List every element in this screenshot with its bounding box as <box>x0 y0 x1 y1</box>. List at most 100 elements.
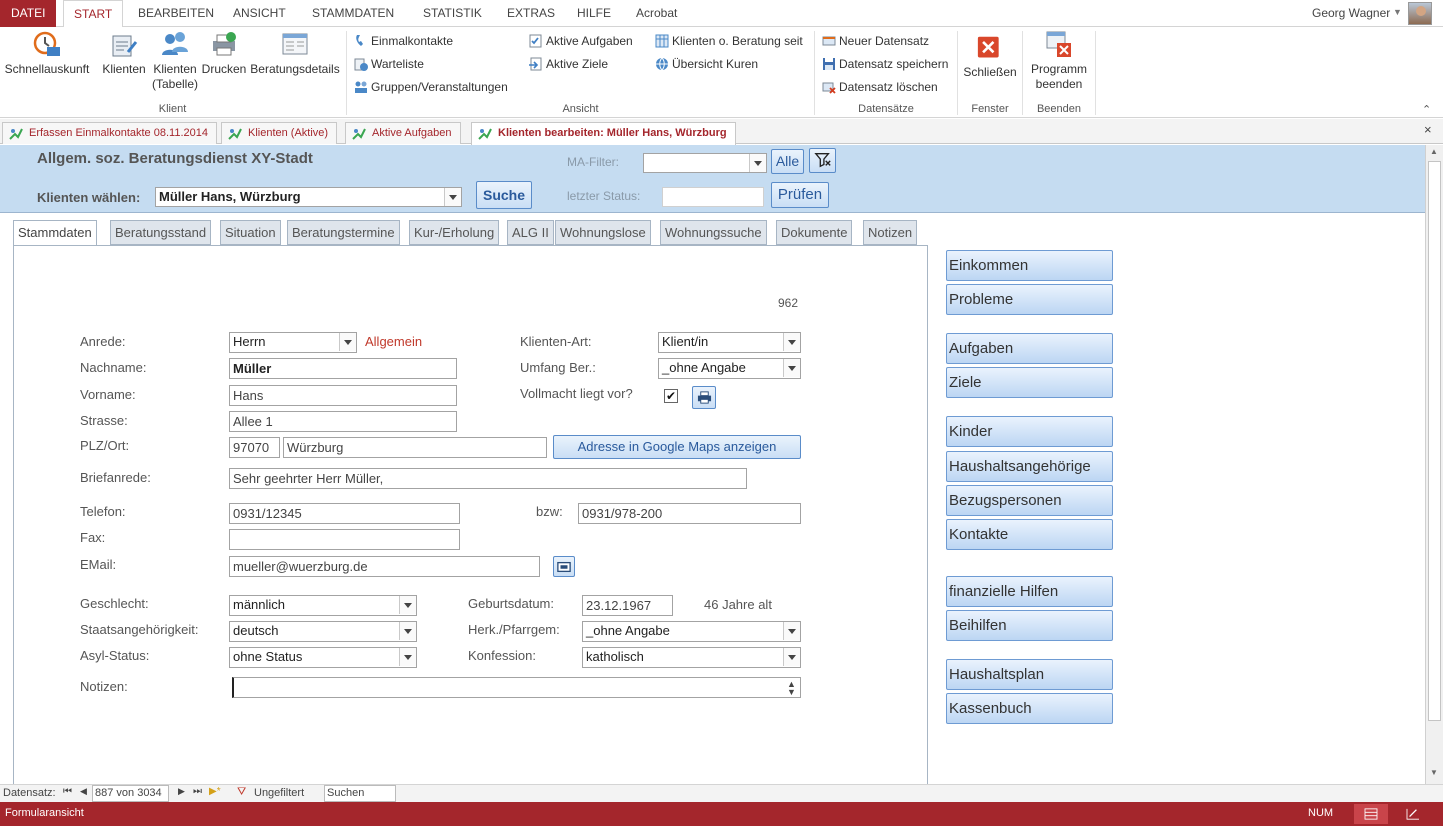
chevron-down-icon[interactable] <box>783 622 800 640</box>
tab-notizen[interactable]: Notizen <box>863 220 918 245</box>
record-search-field[interactable]: Suchen <box>324 785 396 802</box>
menu-tab-start[interactable]: START <box>63 0 124 28</box>
menu-tab-stammdaten[interactable]: STAMMDATEN <box>302 0 404 27</box>
vollmacht-checkbox[interactable]: ✔ <box>664 389 678 403</box>
pruefen-button[interactable]: Prüfen <box>771 182 829 208</box>
chevron-down-icon[interactable] <box>399 596 416 614</box>
close-tab-icon[interactable]: × <box>1424 122 1432 137</box>
scrollbar-thumb[interactable] <box>1428 161 1441 721</box>
gruppen-button[interactable]: Gruppen/Veranstaltungen <box>354 78 508 96</box>
first-record-icon[interactable]: ⏮ <box>63 786 72 797</box>
record-position-field[interactable]: 887 von 3034 <box>92 785 169 802</box>
strasse-field[interactable]: Allee 1 <box>229 411 457 432</box>
datensatz-loeschen-button[interactable]: Datensatz löschen <box>822 78 938 96</box>
einkommen-button[interactable]: Einkommen <box>946 250 1113 281</box>
nachname-field[interactable]: Müller <box>229 358 457 379</box>
tab-dokumente[interactable]: Dokumente <box>776 220 853 245</box>
asyl-select[interactable]: ohne Status <box>229 647 417 668</box>
datensatz-speichern-button[interactable]: Datensatz speichern <box>822 55 948 73</box>
aktive-aufgaben-button[interactable]: Aktive Aufgaben <box>529 32 633 50</box>
bezugspersonen-button[interactable]: Bezugspersonen <box>946 485 1113 516</box>
kinder-button[interactable]: Kinder <box>946 416 1113 447</box>
form-view-button[interactable] <box>1354 804 1388 824</box>
briefanrede-field[interactable]: Sehr geehrter Herr Müller, <box>229 468 747 489</box>
umfang-select[interactable]: _ohne Angabe <box>658 358 801 379</box>
klienten-waehlen-select[interactable]: Müller Hans, Würzburg <box>155 187 462 207</box>
tab-situation[interactable]: Situation <box>220 220 281 245</box>
geschlecht-select[interactable]: männlich <box>229 595 417 616</box>
telefon-field[interactable]: 0931/12345 <box>229 503 460 524</box>
herk-select[interactable]: _ohne Angabe <box>582 621 801 642</box>
beratungsdetails-button[interactable]: Beratungsdetails <box>248 30 342 77</box>
kontakte-button[interactable]: Kontakte <box>946 519 1113 550</box>
menu-tab-extras[interactable]: EXTRAS <box>497 0 565 27</box>
last-record-icon[interactable]: ⏭ <box>193 786 202 797</box>
konfession-select[interactable]: katholisch <box>582 647 801 668</box>
doc-tab-einmalkontakte[interactable]: Erfassen Einmalkontakte 08.11.2014 <box>2 122 217 144</box>
vollmacht-print-button[interactable] <box>692 386 716 409</box>
chevron-down-icon[interactable] <box>399 648 416 666</box>
menu-tab-statistik[interactable]: STATISTIK <box>413 0 492 27</box>
neuer-datensatz-button[interactable]: Neuer Datensatz <box>822 32 929 50</box>
vertical-scrollbar[interactable]: ▲ ▼ <box>1425 145 1443 784</box>
chevron-down-icon[interactable] <box>444 188 461 206</box>
doc-tab-klienten-aktive[interactable]: Klienten (Aktive) <box>221 122 338 144</box>
filter-clear-button[interactable] <box>809 148 836 173</box>
chevron-down-icon[interactable] <box>783 359 800 377</box>
collapse-ribbon-icon[interactable]: ⌃ <box>1422 103 1431 116</box>
aktive-ziele-button[interactable]: Aktive Ziele <box>529 55 608 73</box>
fax-field[interactable] <box>229 529 460 550</box>
doc-tab-klienten-bearbeiten[interactable]: Klienten bearbeiten: Müller Hans, Würzbu… <box>471 122 736 145</box>
einmalkontakte-button[interactable]: Einmalkontakte <box>354 32 453 50</box>
bzw-field[interactable]: 0931/978-200 <box>578 503 801 524</box>
staat-select[interactable]: deutsch <box>229 621 417 642</box>
menu-tab-datei[interactable]: DATEI <box>0 0 57 27</box>
tab-alg-ii[interactable]: ALG II <box>507 220 554 245</box>
allgemein-link[interactable]: Allgemein <box>365 334 422 349</box>
vorname-field[interactable]: Hans <box>229 385 457 406</box>
tab-beratungstermine[interactable]: Beratungstermine <box>287 220 400 245</box>
scroll-up-icon[interactable]: ▲ <box>1430 147 1438 156</box>
menu-tab-acrobat[interactable]: Acrobat <box>626 0 687 27</box>
chevron-down-icon[interactable] <box>783 648 800 666</box>
tab-kur-erholung[interactable]: Kur-/Erholung <box>409 220 500 245</box>
filter-status[interactable]: Ungefiltert <box>254 787 304 799</box>
suche-button[interactable]: Suche <box>476 181 532 209</box>
next-record-icon[interactable]: ▶ <box>178 786 185 797</box>
chevron-down-icon[interactable] <box>749 154 766 172</box>
google-maps-button[interactable]: Adresse in Google Maps anzeigen <box>553 435 801 459</box>
email-field[interactable]: mueller@wuerzburg.de <box>229 556 540 577</box>
schliessen-button[interactable]: Schließen <box>960 35 1020 80</box>
klienten-tabelle-button[interactable]: Klienten (Tabelle) <box>148 30 202 92</box>
ort-field[interactable]: Würzburg <box>283 437 547 458</box>
letzter-status-field[interactable] <box>662 187 764 207</box>
menu-tab-bearbeiten[interactable]: BEARBEITEN <box>128 0 224 27</box>
tab-wohnungslose[interactable]: Wohnungslose <box>555 220 651 245</box>
haushaltsangehoerige-button[interactable]: Haushaltsangehörige <box>946 451 1113 482</box>
doc-tab-aktive-aufgaben[interactable]: Aktive Aufgaben <box>345 122 461 144</box>
scroll-down-icon[interactable]: ▼ <box>1430 768 1438 777</box>
chevron-down-icon[interactable] <box>339 333 356 351</box>
avatar[interactable] <box>1408 2 1432 25</box>
haushaltsplan-button[interactable]: Haushaltsplan <box>946 659 1113 690</box>
uebersicht-kuren-button[interactable]: Übersicht Kuren <box>655 55 758 73</box>
geburtsdatum-field[interactable]: 23.12.1967 <box>582 595 673 616</box>
tab-beratungsstand[interactable]: Beratungsstand <box>110 220 212 245</box>
chevron-down-icon[interactable] <box>783 333 800 351</box>
klienten-button[interactable]: Klienten <box>99 30 149 77</box>
chevron-down-icon[interactable] <box>399 622 416 640</box>
aufgaben-button[interactable]: Aufgaben <box>946 333 1113 364</box>
tab-wohnungssuche[interactable]: Wohnungssuche <box>660 220 767 245</box>
programm-beenden-button[interactable]: Programm beenden <box>1025 30 1093 92</box>
user-name[interactable]: Georg Wagner <box>1302 0 1394 27</box>
beihilfen-button[interactable]: Beihilfen <box>946 610 1113 641</box>
new-record-nav-icon[interactable]: ▶* <box>209 786 221 797</box>
alle-button[interactable]: Alle <box>771 149 804 174</box>
finanzielle-hilfen-button[interactable]: finanzielle Hilfen <box>946 576 1113 607</box>
notizen-field[interactable] <box>232 677 801 698</box>
klienten-art-select[interactable]: Klient/in <box>658 332 801 353</box>
drucken-button[interactable]: Drucken <box>199 30 249 77</box>
kassenbuch-button[interactable]: Kassenbuch <box>946 693 1113 724</box>
menu-tab-hilfe[interactable]: HILFE <box>567 0 621 27</box>
warteliste-button[interactable]: Warteliste <box>354 55 424 73</box>
